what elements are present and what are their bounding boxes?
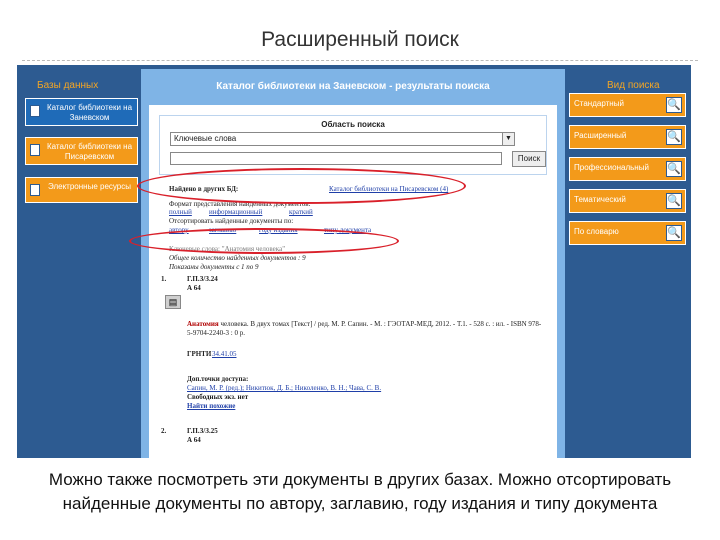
result-number: 1. — [161, 275, 167, 283]
catalog-icon — [30, 105, 40, 117]
search-input[interactable] — [170, 152, 502, 165]
magnifier-icon[interactable]: 🔍 — [666, 129, 682, 145]
search-area: Область поиска Ключевые слова ▼ Поиск — [159, 115, 547, 175]
format-info-link[interactable]: информационный — [209, 208, 262, 216]
availability: Свободных экз. нет — [187, 393, 249, 401]
slide-caption: Можно также посмотреть эти документы в д… — [48, 470, 672, 513]
title-divider — [22, 60, 698, 61]
highlight-sort-options — [129, 228, 399, 254]
slide-title: Расширенный поиск — [261, 28, 459, 51]
sidebar-item-e-resources[interactable]: Электронные ресурсы — [25, 177, 138, 203]
format-short-link[interactable]: краткий — [289, 208, 313, 216]
magnifier-icon[interactable]: 🔍 — [666, 97, 682, 113]
results-body: Область поиска Ключевые слова ▼ Поиск На… — [149, 105, 557, 458]
search-button[interactable]: Поиск — [512, 151, 546, 167]
grnti-label: ГРНТИ — [187, 350, 212, 358]
find-similar-link[interactable]: Найти похожие — [187, 402, 235, 410]
magnifier-icon[interactable]: 🔍 — [666, 161, 682, 177]
results-panel: Каталог библиотеки на Заневском - резуль… — [141, 69, 565, 458]
search-type-thematic[interactable]: Тематический 🔍 — [569, 189, 686, 213]
search-type-dictionary[interactable]: По словарю 🔍 — [569, 221, 686, 245]
grnti-link[interactable]: 34.41.05 — [212, 350, 237, 358]
search-type-title: Вид поиска — [607, 80, 660, 91]
shown-range: Показаны документы с 1 по 9 — [169, 263, 259, 271]
search-area-label: Область поиска — [321, 120, 385, 129]
catalog-icon — [30, 184, 40, 196]
results-header: Каталог библиотеки на Заневском - резуль… — [216, 81, 490, 92]
result-number: 2. — [161, 427, 167, 435]
search-type-professional[interactable]: Профессиональный 🔍 — [569, 157, 686, 181]
sort-label: Отсортировать найденные документы по: — [169, 217, 294, 225]
search-field-select[interactable]: Ключевые слова ▼ — [170, 132, 515, 146]
result-description: Анатомия человека. В двух томах [Текст] … — [187, 320, 542, 337]
browser-screenshot: Базы данных Вид поиска Каталог библиотек… — [17, 65, 691, 458]
highlight-other-db — [137, 168, 466, 204]
search-type-extended[interactable]: Расширенный 🔍 — [569, 125, 686, 149]
magnifier-icon[interactable]: 🔍 — [666, 193, 682, 209]
sidebar-item-pisarevsky[interactable]: Каталог библиотеки на Писаревском — [25, 137, 138, 165]
catalog-icon — [30, 144, 40, 156]
access-links[interactable]: Сапин, М. Р. (ред.); Никитюк, Д. Б.; Ник… — [187, 384, 381, 392]
magnifier-icon[interactable]: 🔍 — [666, 225, 682, 241]
result-code: Г.П.З/З.25 — [187, 427, 218, 435]
access-label: Доп.точки доступа: — [187, 375, 249, 383]
result-code: А 64 — [187, 284, 201, 292]
search-type-standard[interactable]: Стандартный 🔍 — [569, 93, 686, 117]
result-code: А 64 — [187, 436, 201, 444]
printer-icon[interactable]: ▤ — [165, 295, 181, 309]
databases-title: Базы данных — [37, 80, 99, 91]
format-full-link[interactable]: полный — [169, 208, 192, 216]
result-code: Г.П.З/З.24 — [187, 275, 218, 283]
found-count: Общее количество найденных документов : … — [169, 254, 306, 262]
sidebar-item-zanevsky[interactable]: Каталог библиотеки на Заневском — [25, 98, 138, 126]
chevron-down-icon[interactable]: ▼ — [502, 133, 514, 145]
